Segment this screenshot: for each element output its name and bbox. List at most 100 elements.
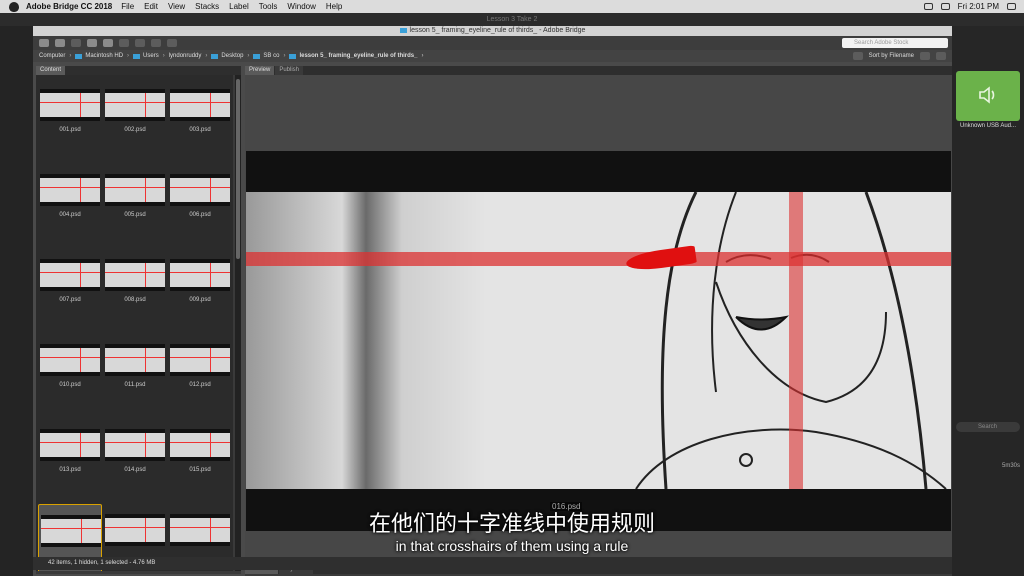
preview-stage xyxy=(245,75,952,561)
folder-icon xyxy=(75,53,83,59)
rotate-right-icon[interactable] xyxy=(167,39,177,47)
menu-help[interactable]: Help xyxy=(326,2,342,11)
preview-panel: Preview Publish xyxy=(245,66,952,576)
storyboard-frame xyxy=(246,192,951,489)
mac-menubar: Adobe Bridge CC 2018 File Edit View Stac… xyxy=(0,0,1024,13)
thumbnail-filename: 008.psd xyxy=(124,297,146,303)
thumbnail-image xyxy=(40,429,100,461)
menu-file[interactable]: File xyxy=(121,2,134,11)
thumbnail[interactable]: 011.psd xyxy=(103,334,167,412)
crumb-macintosh-hd[interactable]: Macintosh HD › xyxy=(75,53,129,59)
subtitle-english: in that crosshairs of them using a rule xyxy=(395,538,629,554)
menu-view[interactable]: View xyxy=(168,2,185,11)
status-bar: 42 items, 1 hidden, 1 selected - 4.76 MB xyxy=(33,557,952,570)
boomerang-icon[interactable] xyxy=(87,39,97,47)
menu-edit[interactable]: Edit xyxy=(144,2,158,11)
thumbnail[interactable]: 004.psd xyxy=(38,164,102,242)
star-filter-icon[interactable] xyxy=(852,52,863,60)
content-panel: Content 001.psd 002.psd 003.psd 004.psd 005.… xyxy=(36,66,241,574)
thumbnail[interactable]: 012.psd xyxy=(168,334,232,412)
crumb-sb-co[interactable]: SB co › xyxy=(253,53,285,59)
crumb-computer[interactable]: Computer › xyxy=(39,53,71,59)
crumb-users[interactable]: Users › xyxy=(133,53,165,59)
tab-preview[interactable]: Preview xyxy=(245,66,275,75)
thumbnail-image xyxy=(105,344,165,376)
thumbnail-filename: 015.psd xyxy=(189,467,211,473)
audio-device-tile[interactable] xyxy=(956,71,1020,121)
tab-content[interactable]: Content xyxy=(36,66,66,75)
thumbnail[interactable]: 003.psd xyxy=(168,79,232,157)
thumbnail-image xyxy=(170,344,230,376)
panels: Content 001.psd 002.psd 003.psd 004.psd 005.… xyxy=(33,62,952,576)
background-app-left-panel xyxy=(0,26,33,576)
trash-icon[interactable] xyxy=(936,52,946,60)
window-titlebar: lesson 5_ framing_eyeline_rule of thirds… xyxy=(33,26,952,36)
folder-icon xyxy=(253,53,261,59)
thumbnail-image xyxy=(105,89,165,121)
vertical-thirds-guide xyxy=(789,192,803,489)
timecode: 5m30s xyxy=(1001,463,1020,469)
right-search-input[interactable]: Search xyxy=(956,422,1020,432)
blurred-foreground-shape xyxy=(246,192,486,489)
rotate-left-icon[interactable] xyxy=(151,39,161,47)
back-arrow-icon[interactable] xyxy=(39,39,49,47)
recent-folders-icon[interactable] xyxy=(71,39,81,47)
thumbnail-image xyxy=(40,259,100,291)
thumbnail[interactable]: 001.psd xyxy=(38,79,102,157)
thumbnail[interactable]: 014.psd xyxy=(103,419,167,497)
thumbnail-filename: 004.psd xyxy=(59,212,81,218)
spotlight-icon[interactable] xyxy=(1007,3,1016,10)
menu-tools[interactable]: Tools xyxy=(259,2,278,11)
clock[interactable]: Fri 2:01 PM xyxy=(958,2,999,11)
crumb-desktop[interactable]: Desktop › xyxy=(211,53,249,59)
thumbnail[interactable]: 008.psd xyxy=(103,249,167,327)
thumbnail-filename: 007.psd xyxy=(59,297,81,303)
thumbnail[interactable]: 002.psd xyxy=(103,79,167,157)
thumbnail[interactable]: 006.psd xyxy=(168,164,232,242)
thumbnail[interactable]: 005.psd xyxy=(103,164,167,242)
new-folder-icon[interactable] xyxy=(920,52,930,60)
battery-icon[interactable] xyxy=(940,3,950,10)
thumbnail-filename: 002.psd xyxy=(124,127,146,133)
thumbnail-image xyxy=(40,174,100,206)
bridge-window: lesson 5_ framing_eyeline_rule of thirds… xyxy=(33,26,952,576)
thumbnail[interactable]: 015.psd xyxy=(168,419,232,497)
menubar-status-area: Fri 2:01 PM xyxy=(923,2,1024,11)
wifi-icon[interactable] xyxy=(923,3,933,10)
thumbnail-image xyxy=(170,259,230,291)
speaker-icon xyxy=(979,86,995,104)
menu-window[interactable]: Window xyxy=(287,2,315,11)
camera-download-icon[interactable] xyxy=(103,39,113,47)
thumbnail-image xyxy=(40,89,100,121)
apple-icon[interactable] xyxy=(9,1,19,12)
thumbnail-filename: 009.psd xyxy=(189,297,211,303)
forward-arrow-icon[interactable] xyxy=(55,39,65,47)
thumbnail[interactable]: 009.psd xyxy=(168,249,232,327)
folder-icon xyxy=(211,53,219,59)
crumb-current-folder[interactable]: lesson 5_ framing_eyeline_rule of thirds… xyxy=(289,53,423,59)
refine-icon[interactable] xyxy=(119,39,129,47)
stock-search-input[interactable]: Search Adobe Stock xyxy=(842,38,948,48)
thumbnail[interactable]: 007.psd xyxy=(38,249,102,327)
thumbnail-filename: 012.psd xyxy=(189,382,211,388)
subtitle-chinese: 在他们的十字准线中使用规则 xyxy=(368,511,655,536)
thumbnail[interactable]: 013.psd xyxy=(38,419,102,497)
open-in-camera-raw-icon[interactable] xyxy=(135,39,145,47)
thumbnail-filename: 014.psd xyxy=(124,467,146,473)
sort-dropdown[interactable]: Sort by Filename xyxy=(869,53,914,59)
menu-label[interactable]: Label xyxy=(229,2,249,11)
thumbnail[interactable]: 010.psd xyxy=(38,334,102,412)
content-scrollbar[interactable] xyxy=(235,75,241,571)
scrollbar-knob[interactable] xyxy=(236,79,240,259)
menu-stacks[interactable]: Stacks xyxy=(195,2,219,11)
thumbnail-grid: 001.psd 002.psd 003.psd 004.psd 005.psd 006.p… xyxy=(36,75,233,571)
app-menu[interactable]: Adobe Bridge CC 2018 xyxy=(26,2,112,11)
thumbnail-filename: 013.psd xyxy=(59,467,81,473)
background-window-title: Lesson 3 Take 2 xyxy=(0,13,1024,26)
tab-publish[interactable]: Publish xyxy=(275,66,304,75)
thumbnail-filename: 001.psd xyxy=(59,127,81,133)
preview-image[interactable] xyxy=(246,151,951,531)
thumbnail-filename: 006.psd xyxy=(189,212,211,218)
crumb-user-home[interactable]: lyndonruddy › xyxy=(169,53,208,59)
sort-controls: Sort by Filename xyxy=(852,50,946,62)
